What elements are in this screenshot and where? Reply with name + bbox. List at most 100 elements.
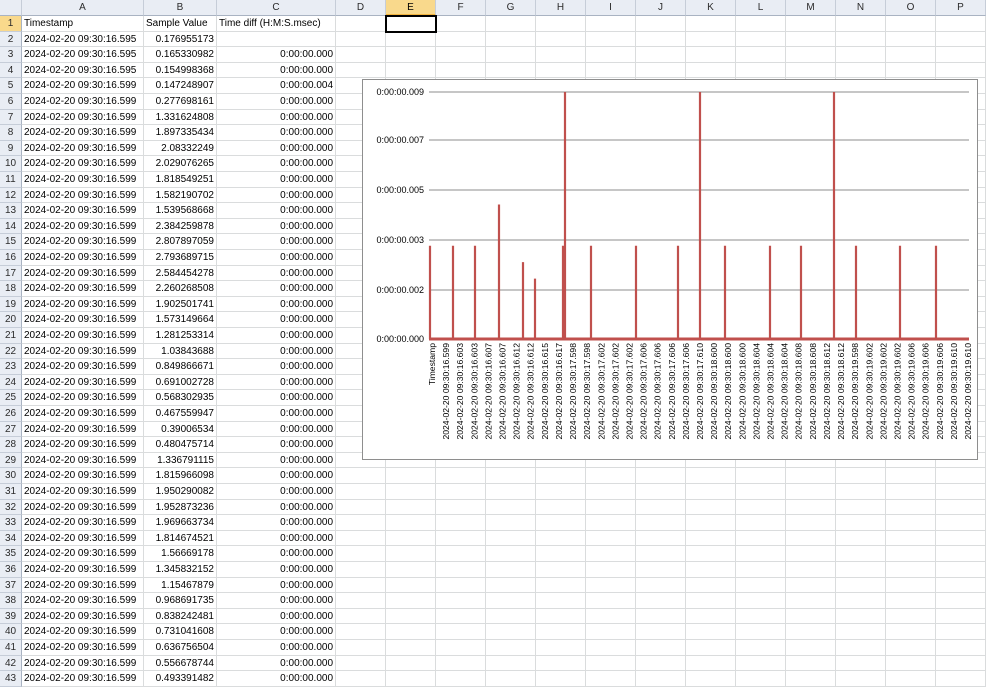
cell-time-diff[interactable]: 0:00:00.000 — [217, 94, 336, 110]
empty-cell[interactable] — [536, 484, 586, 500]
column-header-l[interactable]: L — [736, 0, 786, 16]
cell-sample-value[interactable]: 2.807897059 — [144, 234, 217, 250]
row-header[interactable]: 17 — [0, 265, 22, 282]
empty-cell[interactable] — [636, 624, 686, 640]
empty-cell[interactable] — [786, 624, 836, 640]
row-header[interactable]: 11 — [0, 172, 22, 188]
empty-cell[interactable] — [836, 671, 886, 687]
row-header[interactable]: 39 — [0, 608, 22, 625]
row-header[interactable]: 12 — [0, 187, 22, 204]
header-cell-timestamp[interactable]: Timestamp — [22, 16, 144, 32]
row-header[interactable]: 23 — [0, 359, 22, 375]
empty-cell[interactable] — [436, 593, 486, 609]
empty-cell[interactable] — [386, 640, 436, 656]
empty-cell[interactable] — [886, 655, 936, 672]
empty-cell[interactable] — [686, 62, 736, 79]
empty-cell[interactable] — [486, 546, 536, 562]
empty-cell[interactable] — [686, 624, 736, 640]
cell-time-diff[interactable]: 0:00:00.000 — [217, 437, 336, 453]
column-header-b[interactable]: B — [144, 0, 217, 16]
empty-cell[interactable] — [636, 47, 686, 63]
cell-sample-value[interactable]: 1.331624808 — [144, 109, 217, 126]
empty-cell[interactable] — [486, 530, 536, 547]
cell-time-diff[interactable]: 0:00:00.000 — [217, 484, 336, 500]
row-header[interactable]: 35 — [0, 546, 22, 562]
empty-cell[interactable] — [786, 577, 836, 594]
empty-cell[interactable] — [486, 47, 536, 63]
row-header[interactable]: 40 — [0, 624, 22, 640]
empty-cell[interactable] — [736, 515, 786, 531]
row-header[interactable]: 33 — [0, 515, 22, 531]
empty-cell[interactable] — [936, 484, 986, 500]
empty-cell[interactable] — [386, 671, 436, 687]
row-header[interactable]: 19 — [0, 296, 22, 313]
empty-cell[interactable] — [836, 546, 886, 562]
column-header-a[interactable]: A — [22, 0, 144, 16]
cell-timestamp[interactable]: 2024-02-20 09:30:16.599 — [22, 343, 144, 360]
empty-cell[interactable] — [486, 31, 536, 48]
cell-time-diff[interactable]: 0:00:00.000 — [217, 452, 336, 469]
empty-cell[interactable] — [386, 530, 436, 547]
cell-timestamp[interactable]: 2024-02-20 09:30:16.595 — [22, 62, 144, 79]
cell-time-diff[interactable]: 0:00:00.000 — [217, 156, 336, 172]
empty-cell[interactable] — [886, 499, 936, 516]
cell-time-diff[interactable]: 0:00:00.000 — [217, 406, 336, 422]
empty-cell[interactable] — [836, 31, 886, 48]
cell-time-diff[interactable]: 0:00:00.000 — [217, 172, 336, 188]
row-header[interactable]: 26 — [0, 406, 22, 422]
empty-cell[interactable] — [886, 62, 936, 79]
cell-sample-value[interactable]: 1.952873236 — [144, 499, 217, 516]
empty-cell[interactable] — [536, 16, 586, 32]
empty-cell[interactable] — [486, 655, 536, 672]
cell-time-diff[interactable]: 0:00:00.000 — [217, 655, 336, 672]
row-header[interactable]: 6 — [0, 94, 22, 110]
row-header[interactable]: 9 — [0, 140, 22, 157]
empty-cell[interactable] — [736, 31, 786, 48]
cell-timestamp[interactable]: 2024-02-20 09:30:16.599 — [22, 406, 144, 422]
cell-timestamp[interactable]: 2024-02-20 09:30:16.599 — [22, 640, 144, 656]
row-header[interactable]: 32 — [0, 499, 22, 516]
empty-cell[interactable] — [486, 499, 536, 516]
column-header-j[interactable]: J — [636, 0, 686, 16]
empty-cell[interactable] — [536, 499, 586, 516]
empty-cell[interactable] — [786, 31, 836, 48]
empty-cell[interactable] — [736, 671, 786, 687]
empty-cell[interactable] — [536, 577, 586, 594]
empty-cell[interactable] — [436, 468, 486, 484]
cell-time-diff[interactable]: 0:00:00.000 — [217, 62, 336, 79]
cell-sample-value[interactable]: 0.277698161 — [144, 94, 217, 110]
cell-timestamp[interactable]: 2024-02-20 09:30:16.599 — [22, 250, 144, 266]
empty-cell[interactable] — [486, 16, 536, 32]
cell-time-diff[interactable]: 0:00:00.000 — [217, 421, 336, 438]
empty-cell[interactable] — [436, 608, 486, 625]
cell-time-diff[interactable]: 0:00:00.000 — [217, 203, 336, 219]
cell-timestamp[interactable]: 2024-02-20 09:30:16.599 — [22, 655, 144, 672]
empty-cell[interactable] — [886, 47, 936, 63]
empty-cell[interactable] — [936, 593, 986, 609]
empty-cell[interactable] — [486, 468, 536, 484]
cell-timestamp[interactable]: 2024-02-20 09:30:16.599 — [22, 203, 144, 219]
cell-timestamp[interactable]: 2024-02-20 09:30:16.599 — [22, 109, 144, 126]
empty-cell[interactable] — [936, 47, 986, 63]
empty-cell[interactable] — [636, 499, 686, 516]
empty-cell[interactable] — [586, 577, 636, 594]
empty-cell[interactable] — [686, 593, 736, 609]
row-header[interactable]: 29 — [0, 452, 22, 469]
empty-cell[interactable] — [486, 608, 536, 625]
empty-cell[interactable] — [936, 671, 986, 687]
empty-cell[interactable] — [936, 546, 986, 562]
empty-cell[interactable] — [736, 499, 786, 516]
cell-sample-value[interactable]: 1.582190702 — [144, 187, 217, 204]
empty-cell[interactable] — [486, 593, 536, 609]
row-header[interactable]: 10 — [0, 156, 22, 172]
cell-time-diff[interactable]: 0:00:00.000 — [217, 608, 336, 625]
empty-cell[interactable] — [436, 655, 486, 672]
column-header-e[interactable]: E — [386, 0, 436, 16]
cell-time-diff[interactable]: 0:00:00.000 — [217, 577, 336, 594]
cell-sample-value[interactable]: 1.15467879 — [144, 577, 217, 594]
empty-cell[interactable] — [636, 671, 686, 687]
row-header[interactable]: 43 — [0, 671, 22, 687]
empty-cell[interactable] — [386, 577, 436, 594]
empty-cell[interactable] — [536, 62, 586, 79]
empty-cell[interactable] — [786, 671, 836, 687]
